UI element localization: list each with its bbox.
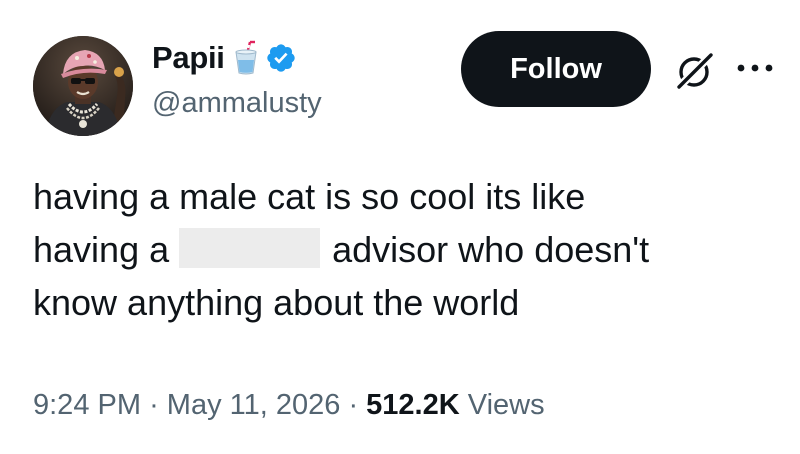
- display-name[interactable]: Papii: [152, 38, 225, 78]
- tweet-line-2-before: having a: [33, 229, 170, 270]
- avatar-image: [33, 36, 133, 136]
- cup-with-straw-icon: [235, 40, 257, 75]
- tweet-line-1: having a male cat is so cool its like: [33, 176, 586, 217]
- tweet-line-2-after: advisor who doesn't: [332, 229, 650, 270]
- grok-icon[interactable]: [670, 46, 720, 96]
- redacted-word-block: [179, 228, 321, 268]
- tweet-meta: 9:24 PM · May 11, 2026 · 512.2K Views: [33, 385, 545, 425]
- tweet-text: having a male cat is so cool its like ha…: [33, 170, 773, 329]
- follow-button[interactable]: Follow: [461, 31, 651, 107]
- views-label: Views: [467, 389, 545, 421]
- meta-separator: ·: [348, 389, 359, 421]
- tweet-date[interactable]: May 11, 2026: [167, 389, 341, 421]
- tweet-time[interactable]: 9:24 PM: [33, 389, 141, 421]
- more-options-icon[interactable]: [733, 56, 777, 80]
- author-handle[interactable]: @ammalusty: [152, 85, 322, 121]
- meta-separator: ·: [149, 389, 159, 421]
- tweet-line-3: know anything about the world: [33, 282, 520, 323]
- tweet-line-2: having a advisor who doesn't: [33, 223, 773, 276]
- views-count[interactable]: 512.2K: [366, 389, 460, 421]
- author-name-row: Papii: [152, 38, 297, 78]
- avatar[interactable]: [33, 36, 133, 136]
- verified-badge-icon[interactable]: [265, 42, 297, 74]
